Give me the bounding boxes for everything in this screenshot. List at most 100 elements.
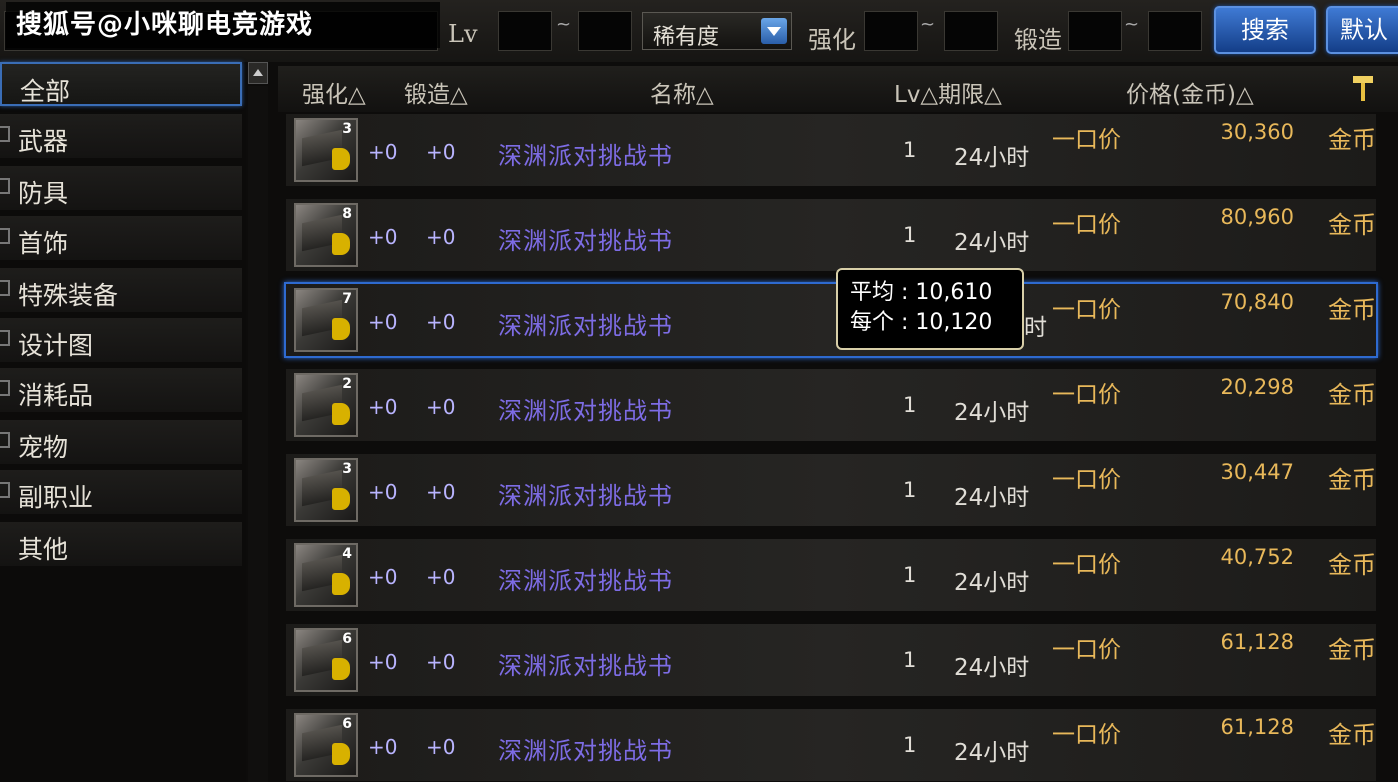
- item-price: 80,960: [1220, 205, 1294, 229]
- category-label: 武器: [18, 127, 69, 156]
- forge-value: +0: [426, 650, 456, 674]
- item-price: 61,128: [1220, 630, 1294, 654]
- forge-range-tilde: ~: [1124, 14, 1140, 35]
- item-period: 24小时: [954, 400, 1030, 426]
- challenge-book-icon: 6: [294, 628, 358, 692]
- hand-icon: [332, 233, 350, 255]
- currency: 金币: [1328, 636, 1376, 664]
- strengthen-max-input[interactable]: [944, 11, 998, 51]
- hammer-icon[interactable]: [1352, 74, 1374, 102]
- strengthen-value: +0: [368, 735, 398, 759]
- category-item-all[interactable]: 全部: [0, 62, 242, 106]
- category-item-special-gear[interactable]: 特殊装备: [0, 268, 242, 312]
- hand-icon: [332, 403, 350, 425]
- lv-max-input[interactable]: [578, 11, 632, 51]
- table-row[interactable]: 3 +0 +0 深渊派对挑战书 1 24小时 一口价 30,447 金币: [286, 454, 1376, 526]
- category-label: 全部: [20, 77, 71, 106]
- forge-min-input[interactable]: [1068, 11, 1122, 51]
- currency: 金币: [1328, 211, 1376, 239]
- hand-icon: [332, 318, 350, 340]
- strengthen-value: +0: [368, 310, 398, 334]
- forge-value: +0: [426, 735, 456, 759]
- price-type: 一口价: [1052, 382, 1121, 408]
- item-level: 1: [903, 393, 917, 417]
- category-item-jewelry[interactable]: 首饰: [0, 216, 242, 260]
- price-type: 一口价: [1052, 297, 1121, 323]
- search-button[interactable]: 搜索: [1214, 6, 1316, 54]
- category-panel: 全部 武器 防具 首饰 特殊装备 设计图 消耗品 宠物 副职业 其他: [0, 62, 246, 782]
- expand-icon[interactable]: [0, 280, 10, 296]
- challenge-book-icon: 6: [294, 713, 358, 777]
- table-row[interactable]: 2 +0 +0 深渊派对挑战书 1 24小时 一口价 20,298 金币: [286, 369, 1376, 441]
- expand-icon[interactable]: [0, 330, 10, 346]
- item-period: 24小时: [954, 740, 1030, 766]
- expand-icon[interactable]: [0, 126, 10, 142]
- category-item-pet[interactable]: 宠物: [0, 420, 242, 464]
- item-name[interactable]: 深渊派对挑战书: [498, 306, 673, 341]
- hand-icon: [332, 488, 350, 510]
- category-label: 宠物: [18, 433, 69, 462]
- table-row[interactable]: 6 +0 +0 深渊派对挑战书 1 24小时 一口价 61,128 金币: [286, 624, 1376, 696]
- item-period: 时: [1024, 315, 1047, 341]
- hand-icon: [332, 743, 350, 765]
- item-period: 24小时: [954, 230, 1030, 256]
- lv-range-tilde: ~: [556, 14, 572, 35]
- item-name[interactable]: 深渊派对挑战书: [498, 476, 673, 511]
- currency: 金币: [1328, 126, 1376, 154]
- col-strengthen[interactable]: 强化△: [302, 75, 366, 109]
- forge-label: 锻造: [1014, 26, 1062, 54]
- item-name[interactable]: 深渊派对挑战书: [498, 561, 673, 596]
- rarity-dropdown[interactable]: 稀有度: [642, 12, 792, 50]
- expand-icon[interactable]: [0, 228, 10, 244]
- table-row[interactable]: 8 +0 +0 深渊派对挑战书 1 24小时 一口价 80,960 金币: [286, 199, 1376, 271]
- lv-label: Lv: [448, 20, 478, 48]
- expand-icon[interactable]: [0, 482, 10, 498]
- category-item-armor[interactable]: 防具: [0, 166, 242, 210]
- scroll-up-button[interactable]: [248, 62, 268, 84]
- table-row[interactable]: 4 +0 +0 深渊派对挑战书 1 24小时 一口价 40,752 金币: [286, 539, 1376, 611]
- expand-icon[interactable]: [0, 432, 10, 448]
- hand-icon: [332, 658, 350, 680]
- expand-icon[interactable]: [0, 380, 10, 396]
- chevron-down-icon[interactable]: [761, 18, 787, 44]
- price-type: 一口价: [1052, 722, 1121, 748]
- strengthen-value: +0: [368, 650, 398, 674]
- category-item-blueprint[interactable]: 设计图: [0, 318, 242, 362]
- item-price: 20,298: [1220, 375, 1294, 399]
- category-item-consumable[interactable]: 消耗品: [0, 368, 242, 412]
- strengthen-value: +0: [368, 565, 398, 589]
- table-row[interactable]: 3 +0 +0 深渊派对挑战书 1 24小时 一口价 30,360 金币: [286, 114, 1376, 186]
- item-price: 70,840: [1220, 290, 1294, 314]
- category-item-subjob[interactable]: 副职业: [0, 470, 242, 514]
- col-forge[interactable]: 锻造△: [404, 75, 468, 109]
- forge-max-input[interactable]: [1148, 11, 1202, 51]
- challenge-book-icon: 2: [294, 373, 358, 437]
- tooltip-each: 每个 : 10,120: [850, 310, 993, 335]
- price-type: 一口价: [1052, 552, 1121, 578]
- strengthen-value: +0: [368, 395, 398, 419]
- item-name[interactable]: 深渊派对挑战书: [498, 221, 673, 256]
- item-name[interactable]: 深渊派对挑战书: [498, 646, 673, 681]
- challenge-book-icon: 3: [294, 458, 358, 522]
- column-header: 强化△ 锻造△ 名称△ Lv△期限△ 价格(金币)△: [278, 66, 1398, 112]
- item-level: 1: [903, 223, 917, 247]
- col-lv-period[interactable]: Lv△期限△: [894, 75, 1002, 109]
- col-name[interactable]: 名称△: [650, 75, 714, 109]
- expand-icon[interactable]: [0, 178, 10, 194]
- item-name[interactable]: 深渊派对挑战书: [498, 731, 673, 766]
- lv-min-input[interactable]: [498, 11, 552, 51]
- currency: 金币: [1328, 721, 1376, 749]
- category-item-other[interactable]: 其他: [0, 522, 242, 566]
- category-item-weapon[interactable]: 武器: [0, 114, 242, 158]
- col-price[interactable]: 价格(金币)△: [1126, 75, 1254, 109]
- item-name[interactable]: 深渊派对挑战书: [498, 136, 673, 171]
- strengthen-label: 强化: [808, 26, 856, 54]
- scrollbar-track[interactable]: [248, 86, 268, 782]
- category-label: 设计图: [18, 331, 94, 360]
- strengthen-min-input[interactable]: [864, 11, 918, 51]
- table-row[interactable]: 6 +0 +0 深渊派对挑战书 1 24小时 一口价 61,128 金币: [286, 709, 1376, 781]
- item-name[interactable]: 深渊派对挑战书: [498, 391, 673, 426]
- table-row-selected[interactable]: 7 +0 +0 深渊派对挑战书 时 一口价 70,840 金币: [284, 282, 1378, 358]
- default-button[interactable]: 默认: [1326, 6, 1398, 54]
- category-label: 首饰: [18, 229, 69, 258]
